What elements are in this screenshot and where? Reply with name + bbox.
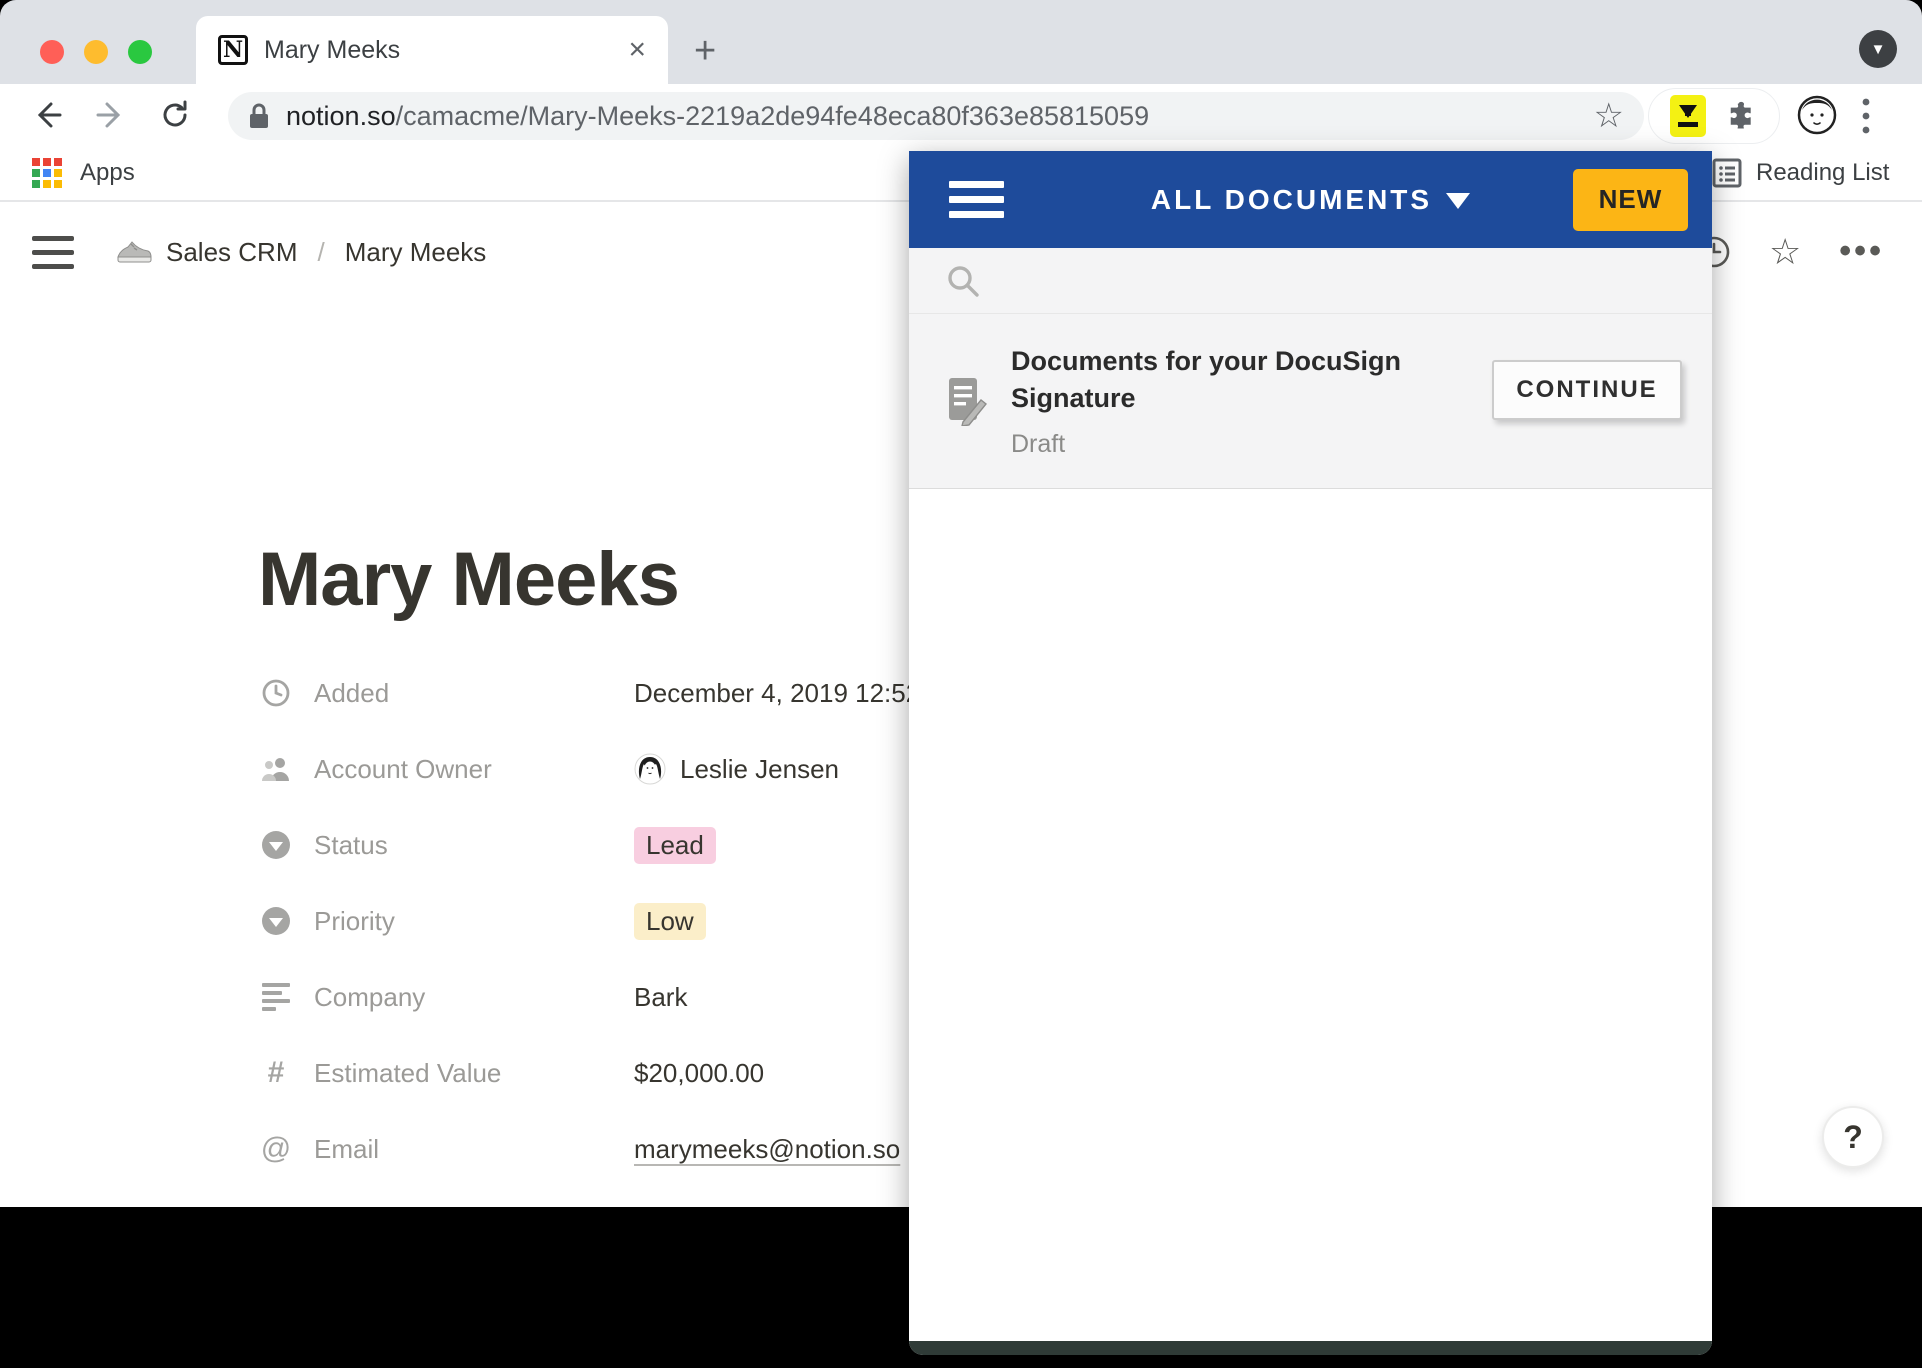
sidebar-toggle-icon[interactable] (32, 236, 74, 269)
docusign-panel: ALL DOCUMENTS NEW Documents for your Doc… (909, 151, 1712, 1355)
document-search-bar[interactable] (909, 248, 1712, 313)
property-row-company[interactable]: Company Bark (258, 972, 920, 1022)
docusign-extension-icon[interactable] (1670, 95, 1706, 137)
number-icon: # (258, 1056, 294, 1090)
reload-button[interactable] (152, 92, 198, 138)
property-row-priority[interactable]: Priority Low (258, 896, 920, 946)
property-list: Added December 4, 2019 12:52 Account Own… (258, 668, 920, 1200)
property-label: Company (314, 982, 604, 1013)
reload-icon (158, 98, 192, 132)
notion-favicon-icon: N (218, 35, 248, 65)
breadcrumb-workspace[interactable]: Sales CRM (166, 237, 297, 268)
property-label: Email (314, 1134, 604, 1165)
property-label: Priority (314, 906, 604, 937)
zoom-window-button[interactable] (128, 40, 152, 64)
property-row-status[interactable]: Status Lead (258, 820, 920, 870)
reading-list-label: Reading List (1756, 159, 1889, 187)
address-bar[interactable]: notion.so/camacme/Mary-Meeks-2219a2de94f… (228, 92, 1644, 140)
tab-search-button[interactable]: ▼ (1859, 30, 1897, 68)
extensions-puzzle-icon[interactable] (1726, 100, 1758, 132)
help-button[interactable]: ? (1822, 1106, 1884, 1168)
close-tab-icon[interactable]: × (628, 35, 646, 65)
page-options-icon[interactable]: ••• (1839, 232, 1884, 271)
property-label: Status (314, 830, 604, 861)
document-edit-icon (945, 376, 987, 426)
reading-list-button[interactable]: Reading List (1712, 158, 1889, 188)
docusign-header: ALL DOCUMENTS NEW (909, 151, 1712, 248)
status-tag[interactable]: Lead (634, 827, 716, 864)
close-window-button[interactable] (40, 40, 64, 64)
clock-icon (258, 678, 294, 708)
property-row-estimated-value[interactable]: # Estimated Value $20,000.00 (258, 1048, 920, 1098)
person-icon (258, 755, 294, 783)
favorite-star-icon[interactable]: ☆ (1769, 234, 1801, 270)
chevron-down-icon (1446, 193, 1470, 209)
property-value-person[interactable]: Leslie Jensen (634, 753, 839, 785)
document-list-empty-area (909, 489, 1712, 1341)
apps-shortcut[interactable]: Apps (32, 158, 135, 188)
url-text: notion.so/camacme/Mary-Meeks-2219a2de94f… (286, 101, 1149, 132)
new-tab-button[interactable]: + (694, 32, 716, 70)
browser-profile-avatar[interactable] (1794, 92, 1840, 138)
breadcrumb-separator: / (317, 237, 324, 268)
docusign-panel-edge (909, 1341, 1712, 1355)
person-name: Leslie Jensen (680, 754, 839, 785)
select-icon (258, 831, 294, 859)
property-value-date[interactable]: December 4, 2019 12:52 (634, 678, 920, 709)
document-title: Documents for your DocuSign Signature (1011, 343, 1461, 416)
property-row-email[interactable]: @ Email marymeeks@notion.so (258, 1124, 920, 1174)
back-arrow-icon (30, 98, 64, 132)
bookmark-star-icon[interactable]: ☆ (1594, 96, 1624, 136)
breadcrumb: Sales CRM / Mary Meeks (116, 237, 486, 268)
email-icon: @ (258, 1132, 294, 1166)
property-value-number[interactable]: $20,000.00 (634, 1058, 764, 1089)
page-title: Mary Meeks (258, 536, 679, 623)
search-icon (945, 263, 981, 299)
select-icon (258, 907, 294, 935)
breadcrumb-page[interactable]: Mary Meeks (345, 237, 487, 268)
property-label: Account Owner (314, 754, 604, 785)
reading-list-icon (1712, 158, 1742, 188)
text-icon (258, 983, 294, 1011)
property-row-added[interactable]: Added December 4, 2019 12:52 (258, 668, 920, 718)
tab-strip: N Mary Meeks × + ▼ (0, 0, 1922, 84)
minimize-window-button[interactable] (84, 40, 108, 64)
browser-toolbar: notion.so/camacme/Mary-Meeks-2219a2de94f… (0, 84, 1922, 148)
document-status: Draft (1011, 430, 1461, 459)
document-list-item[interactable]: Documents for your DocuSign Signature Dr… (909, 313, 1712, 489)
screen: N Mary Meeks × + ▼ notion.so/camacme/Mar… (0, 0, 1922, 1368)
documents-filter-dropdown[interactable]: ALL DOCUMENTS (909, 184, 1712, 216)
priority-tag[interactable]: Low (634, 903, 706, 940)
back-button[interactable] (24, 92, 70, 138)
property-value-email[interactable]: marymeeks@notion.so (634, 1134, 900, 1165)
property-label: Added (314, 678, 604, 709)
property-value-text[interactable]: Bark (634, 982, 687, 1013)
window-controls (40, 40, 152, 64)
extensions-area (1648, 88, 1780, 144)
tab-title: Mary Meeks (264, 36, 628, 65)
continue-button[interactable]: CONTINUE (1492, 360, 1682, 420)
property-row-account-owner[interactable]: Account Owner Leslie Jensen (258, 744, 920, 794)
document-info: Documents for your DocuSign Signature Dr… (1011, 343, 1461, 459)
sneaker-emoji-icon (116, 239, 152, 265)
profile-avatar-icon (1794, 92, 1840, 138)
notion-topbar-actions: ☆ ••• (1697, 232, 1884, 271)
lock-icon (248, 102, 270, 130)
browser-tab[interactable]: N Mary Meeks × (196, 16, 668, 84)
kebab-menu-icon (1862, 96, 1870, 136)
property-label: Estimated Value (314, 1058, 604, 1089)
browser-menu-button[interactable] (1862, 96, 1870, 136)
apps-label: Apps (80, 159, 135, 187)
forward-button[interactable] (88, 92, 134, 138)
leslie-avatar (634, 753, 666, 785)
forward-arrow-icon (94, 98, 128, 132)
documents-filter-label: ALL DOCUMENTS (1151, 184, 1432, 215)
apps-grid-icon (32, 158, 62, 188)
